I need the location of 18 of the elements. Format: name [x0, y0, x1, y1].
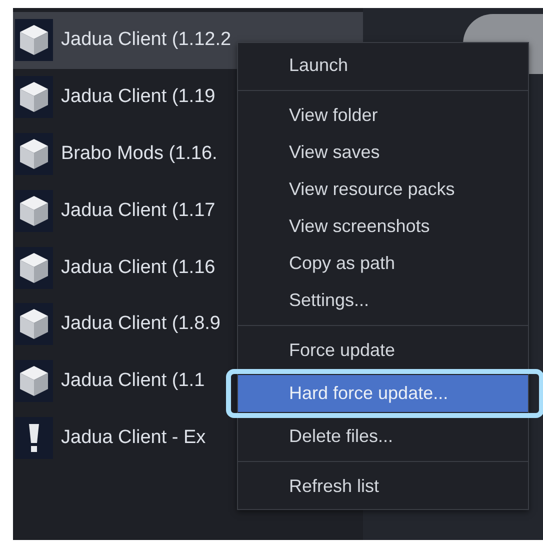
cube-icon — [19, 308, 49, 340]
menu-item[interactable]: Refresh list — [238, 468, 528, 505]
menu-item[interactable]: Copy as path — [238, 245, 528, 282]
cube-icon — [19, 194, 49, 227]
menu-item[interactable]: View saves — [238, 134, 528, 171]
cube-icon — [19, 81, 49, 114]
menu-item[interactable]: View resource packs — [238, 171, 528, 208]
menu-item[interactable]: View screenshots — [238, 208, 528, 245]
exclamation-icon — [29, 424, 39, 452]
menu-item[interactable]: Hard force update... — [238, 375, 528, 412]
cube-icon — [19, 252, 49, 284]
menu-item[interactable]: Force update — [238, 332, 528, 369]
cube-icon — [19, 365, 49, 398]
cube-icon — [19, 138, 49, 170]
menu-item[interactable]: View folder — [238, 97, 528, 134]
menu-item[interactable]: Delete files... — [238, 418, 528, 455]
menu-item[interactable]: Settings... — [238, 282, 528, 319]
cube-icon — [19, 24, 49, 56]
